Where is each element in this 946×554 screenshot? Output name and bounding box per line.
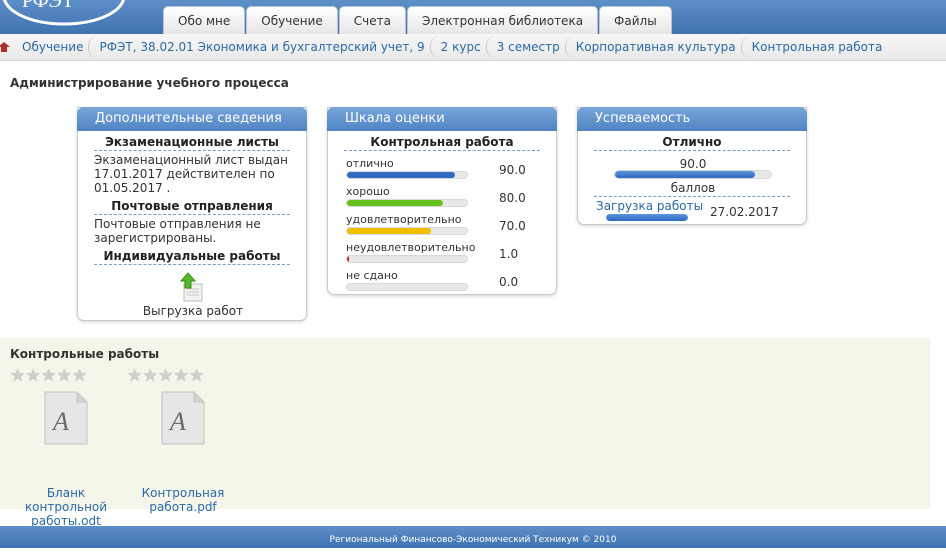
tab-e-library[interactable]: Электронная библиотека	[406, 6, 599, 34]
mail-heading: Почтовые отправления	[94, 195, 290, 215]
scale-progress-fill	[347, 256, 350, 262]
scale-row: не сдано 0.0	[346, 269, 546, 297]
panel-title: Успеваемость	[577, 107, 807, 131]
star-icon[interactable]: ★	[143, 368, 159, 385]
works-heading: Контрольные работы	[10, 347, 160, 361]
tab-education[interactable]: Обучение	[246, 6, 338, 34]
star-icon[interactable]: ★	[174, 368, 190, 385]
breadcrumb-item-semester[interactable]: 3 семестр	[485, 34, 568, 60]
scale-progress-fill	[347, 200, 443, 206]
panel-title: Шкала оценки	[327, 107, 557, 131]
additional-info-panel: Дополнительные сведения Экзаменационные …	[77, 107, 307, 321]
document-icon[interactable]: A	[160, 390, 206, 446]
breadcrumb: Обучение РФЭТ, 38.02.01 Экономика и бухг…	[0, 34, 946, 61]
star-icon[interactable]: ★	[26, 368, 42, 385]
work-file-link[interactable]: Контрольная работа.pdf	[133, 486, 233, 514]
svg-text:A: A	[51, 407, 69, 436]
scale-progress-fill	[347, 228, 431, 234]
breadcrumb-item-current[interactable]: Контрольная работа	[740, 34, 891, 60]
grade-progress-fill	[615, 171, 756, 178]
grade-value: 90.0	[679, 157, 707, 171]
scale-value: 90.0	[499, 163, 526, 177]
document-icon[interactable]: A	[43, 390, 89, 446]
upload-progress-fill	[606, 214, 688, 221]
grading-scale-panel: Шкала оценки Контрольная работа отлично 9…	[327, 107, 557, 295]
home-icon[interactable]	[0, 42, 10, 52]
scale-label: хорошо	[346, 185, 390, 198]
tab-about-me[interactable]: Обо мне	[163, 6, 246, 34]
upload-document-icon[interactable]	[178, 272, 206, 302]
scale-progress-bar	[346, 199, 468, 207]
scale-progress-bar	[346, 171, 468, 179]
works-section: Контрольные работы ★★★★★ A Бланк контрол…	[0, 338, 930, 528]
scale-progress-fill	[347, 172, 455, 178]
star-icon[interactable]: ★	[189, 368, 205, 385]
main-tabs: Обо мне Обучение Счета Электронная библи…	[163, 6, 673, 34]
points-label: баллов	[670, 181, 716, 195]
scale-row: отлично 90.0	[346, 157, 546, 185]
tab-accounts[interactable]: Счета	[338, 6, 406, 34]
star-icon[interactable]: ★	[10, 368, 26, 385]
upload-progress-bar	[606, 214, 688, 221]
page-title: Администрирование учебного процесса	[10, 76, 289, 90]
work-file-link[interactable]: Бланк контрольной работы.odt	[16, 486, 116, 528]
scale-value: 80.0	[499, 191, 526, 205]
breadcrumb-item-education[interactable]: Обучение	[14, 34, 91, 60]
breadcrumb-item-program[interactable]: РФЭТ, 38.02.01 Экономика и бухгалтерский…	[88, 34, 432, 60]
scale-progress-bar	[346, 255, 468, 263]
divider	[594, 196, 790, 197]
scale-label: удовлетворительно	[346, 213, 462, 226]
scale-row: хорошо 80.0	[346, 185, 546, 213]
exam-sheets-text: Экзаменационный лист выдан 17.01.2017 де…	[94, 153, 288, 195]
star-rating[interactable]: ★★★★★	[10, 368, 88, 385]
tab-files[interactable]: Файлы	[599, 6, 672, 34]
footer: Региональный Финансово-Экономический Тех…	[0, 526, 946, 548]
star-rating[interactable]: ★★★★★	[127, 368, 205, 385]
scale-row: неудовлетворительно 1.0	[346, 241, 546, 269]
panel-title: Дополнительные сведения	[77, 107, 307, 131]
performance-panel: Успеваемость Отлично 90.0 баллов Загрузк…	[577, 107, 807, 225]
grade-word: Отлично	[594, 131, 790, 151]
scale-label: отлично	[346, 157, 394, 170]
grade-progress-bar	[614, 170, 772, 179]
breadcrumb-item-subject[interactable]: Корпоративная культура	[564, 34, 744, 60]
scale-label: не сдано	[346, 269, 398, 282]
svg-text:РФЭТ: РФЭТ	[22, 0, 74, 12]
scale-subtitle: Контрольная работа	[344, 131, 540, 151]
scale-value: 1.0	[499, 247, 519, 261]
star-icon[interactable]: ★	[158, 368, 174, 385]
scale-progress-bar	[346, 227, 468, 235]
breadcrumb-item-course[interactable]: 2 курс	[429, 34, 489, 60]
star-icon[interactable]: ★	[127, 368, 143, 385]
star-icon[interactable]: ★	[72, 368, 88, 385]
svg-text:A: A	[168, 407, 186, 436]
upload-date: 27.02.2017	[710, 205, 779, 219]
scale-value: 0.0	[499, 275, 519, 289]
mail-text: Почтовые отправления не зарегистрированы…	[94, 217, 261, 245]
upload-works-label[interactable]: Выгрузка работ	[78, 304, 308, 318]
star-icon[interactable]: ★	[57, 368, 73, 385]
star-icon[interactable]: ★	[41, 368, 57, 385]
top-header: РФЭТ Обо мне Обучение Счета Электронная …	[0, 0, 946, 34]
upload-work-link[interactable]: Загрузка работы	[596, 199, 703, 213]
scale-row: удовлетворительно 70.0	[346, 213, 546, 241]
individual-works-heading: Индивидуальные работы	[94, 245, 290, 265]
exam-sheets-heading: Экзаменационные листы	[94, 131, 290, 151]
scale-value: 70.0	[499, 219, 526, 233]
scale-label: неудовлетворительно	[346, 241, 476, 254]
scale-progress-bar	[346, 283, 468, 291]
logo[interactable]: РФЭТ	[0, 0, 130, 30]
